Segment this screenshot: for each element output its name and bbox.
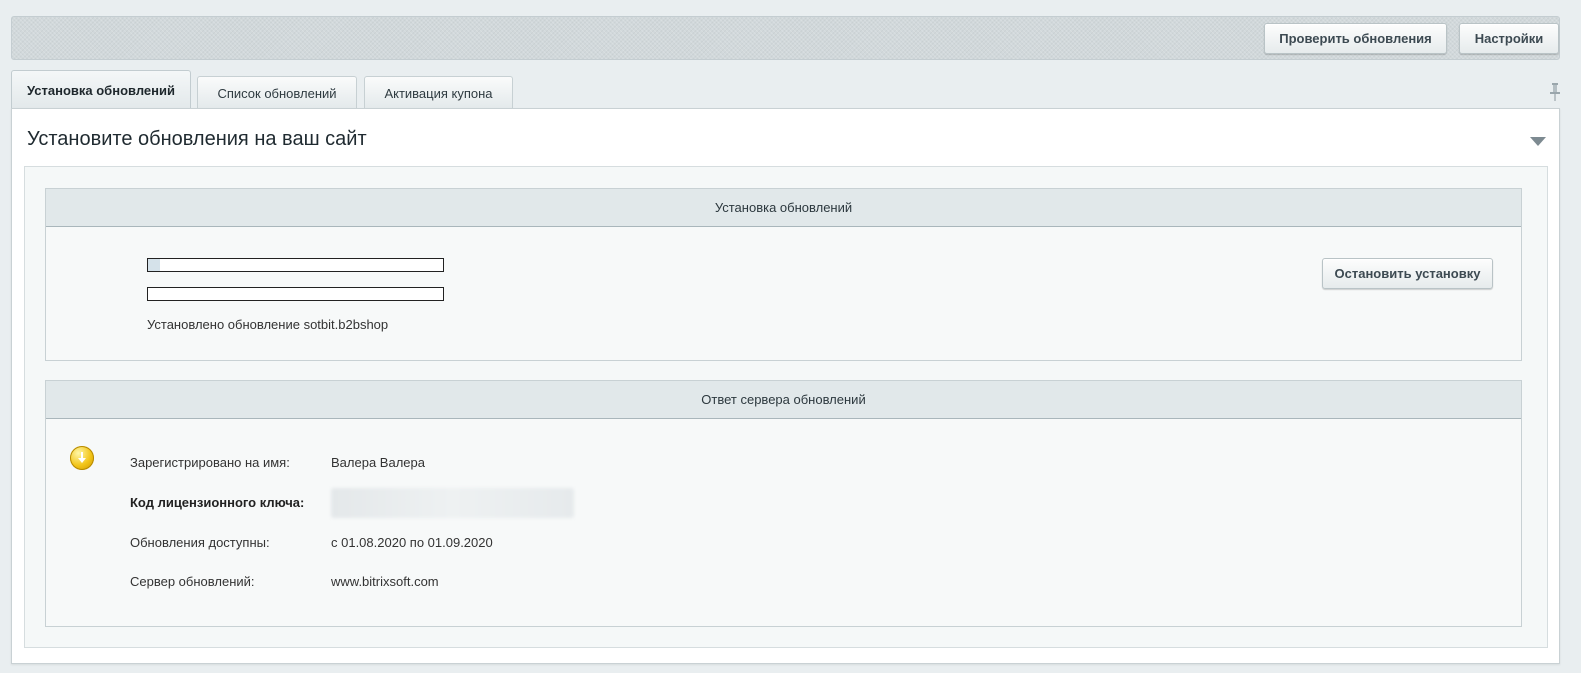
server-section-header: Ответ сервера обновлений [46, 381, 1521, 419]
install-section-header: Установка обновлений [46, 189, 1521, 227]
updates-available-label: Обновления доступны: [130, 535, 270, 550]
install-updates-section: Установка обновлений [45, 188, 1522, 361]
arrow-down-icon [78, 458, 86, 463]
update-server-label: Сервер обновлений: [130, 574, 255, 589]
progress-bar-current [147, 287, 444, 301]
check-updates-button[interactable]: Проверить обновления [1264, 23, 1447, 54]
progress-bar-total [147, 258, 444, 272]
tab-updates-list[interactable]: Список обновлений [197, 76, 357, 109]
page-title: Установите обновления на ваш сайт [27, 128, 367, 150]
tab-coupon-activation[interactable]: Активация купона [364, 76, 513, 109]
chevron-down-icon[interactable] [1530, 137, 1546, 146]
license-key-value-redacted [331, 488, 574, 518]
registered-name-label: Зарегистрировано на имя: [130, 455, 290, 470]
progress-fill [148, 259, 160, 271]
stop-install-button[interactable]: Остановить установку [1322, 258, 1493, 289]
license-key-label: Код лицензионного ключа: [130, 495, 305, 510]
update-server-value: www.bitrixsoft.com [331, 574, 439, 589]
pin-icon[interactable] [1549, 82, 1561, 102]
registered-name-value: Валера Валера [331, 455, 425, 470]
tab-install-updates[interactable]: Установка обновлений [11, 70, 191, 110]
updates-available-value: с 01.08.2020 по 01.09.2020 [331, 535, 493, 550]
settings-button[interactable]: Настройки [1459, 23, 1559, 54]
install-status-text: Установлено обновление sotbit.b2bshop [147, 317, 389, 332]
